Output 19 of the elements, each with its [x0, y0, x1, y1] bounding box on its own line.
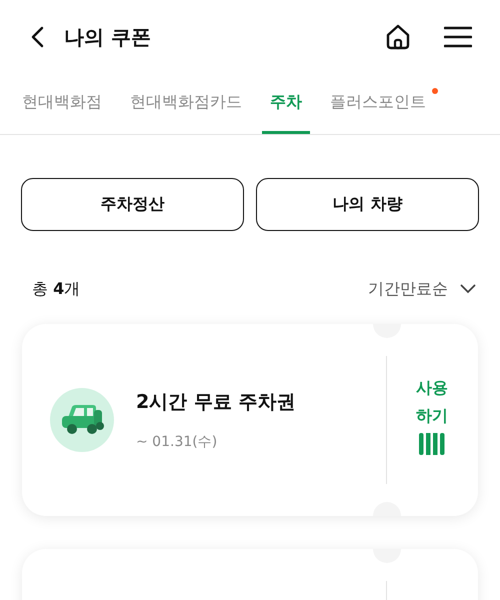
sort-dropdown[interactable]: 기간만료순 [368, 278, 476, 300]
menu-icon[interactable] [444, 26, 472, 48]
tab[interactable]: 플러스포인트 [322, 74, 434, 134]
expiry-date: ~ 01.31(수) [136, 433, 218, 451]
back-icon[interactable] [30, 26, 44, 48]
home-icon[interactable] [384, 23, 412, 51]
use-button[interactable]: 사용 하기 [386, 324, 478, 516]
tab[interactable]: 현대백화점 [14, 74, 110, 134]
chevron-down-icon [460, 284, 476, 294]
page-title: 나의 쿠폰 [64, 24, 151, 50]
coupon-card[interactable]: 2시간 무료 주차권 ~ 01.31(수) 사용 하기 [22, 324, 478, 516]
coupon-title: 2시간 무료 주차권 [136, 390, 296, 415]
car-icon [50, 388, 114, 452]
coupon-count: 총 4개 [32, 278, 80, 300]
tab[interactable]: 주차 [262, 74, 310, 134]
action-button[interactable]: 주차정산 [21, 178, 244, 231]
tab[interactable]: 현대백화점카드 [122, 74, 250, 134]
barcode-icon [419, 433, 445, 455]
action-button[interactable]: 나의 차량 [256, 178, 479, 231]
